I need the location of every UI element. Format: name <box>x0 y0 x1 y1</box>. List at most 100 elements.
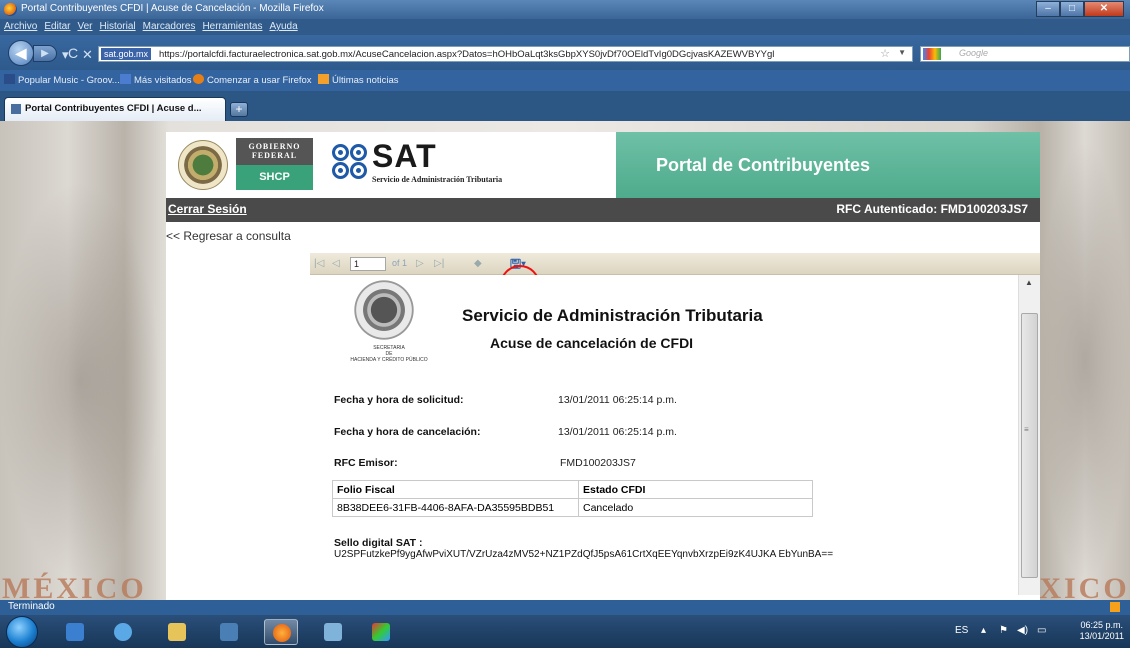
system-tray: ES ▴ ⚑ ◀) ▭ 06:25 p.m. 13/01/2011 <box>955 615 1130 648</box>
url-text[interactable]: https://portalcfdi.facturaelectronica.sa… <box>159 48 774 61</box>
rfc-emisor-value: FMD100203JS7 <box>560 457 636 469</box>
last-page-icon[interactable]: ▷| <box>434 258 444 269</box>
portal-page: GOBIERNO FEDERAL SHCP SAT Servicio de Ad… <box>166 132 1040 600</box>
refresh-icon[interactable]: ◆ <box>474 258 482 269</box>
scroll-grip-icon: ≡ <box>1024 425 1029 434</box>
page-number-input[interactable]: 1 <box>350 257 386 271</box>
menu-ayuda[interactable]: Ayuda <box>269 19 297 35</box>
bookmark-mas-visitados[interactable]: Más visitados <box>120 74 192 86</box>
report-subtitle: Acuse de cancelación de CFDI <box>490 335 694 351</box>
clock[interactable]: 06:25 p.m. 13/01/2011 <box>1080 620 1124 642</box>
taskbar-paint-icon[interactable] <box>364 619 398 645</box>
shcp-seal-icon <box>350 279 418 341</box>
menu-archivo[interactable]: Archivo <box>4 19 37 35</box>
mexico-seal-icon <box>178 140 228 190</box>
status-bar: Terminado <box>0 600 1130 615</box>
reload-icon[interactable]: C <box>68 45 78 61</box>
language-indicator[interactable]: ES <box>955 625 968 636</box>
portal-header: GOBIERNO FEDERAL SHCP SAT Servicio de Ad… <box>166 132 1040 198</box>
menu-marcadores[interactable]: Marcadores <box>143 19 196 35</box>
logout-link[interactable]: Cerrar Sesión <box>168 202 247 216</box>
search-placeholder: Google <box>959 48 989 58</box>
bookmark-ultimas-noticias[interactable]: Últimas noticias <box>318 74 399 86</box>
page-count: of 1 <box>392 258 408 268</box>
report-toolbar: |◁ ◁ 1 of 1 ▷ ▷| ◆ 🖫▾ <box>310 253 1040 275</box>
page-viewport: MÉXICO MÉXICO GOBIERNO FEDERAL SHCP SAT … <box>0 121 1130 600</box>
gobierno-federal-logo: GOBIERNO FEDERAL <box>236 138 313 165</box>
tab-bar: Portal Contribuyentes CFDI | Acuse d... … <box>0 91 1130 121</box>
taskbar-folder-icon[interactable] <box>160 619 194 645</box>
folio-table: Folio Fiscal Estado CFDI 8B38DEE6-31FB-4… <box>332 480 813 517</box>
taskbar-monitor-icon[interactable] <box>316 619 350 645</box>
portal-title: Portal de Contribuyentes <box>656 155 871 175</box>
stop-icon[interactable]: ✕ <box>82 47 93 63</box>
close-button[interactable]: ✕ <box>1084 1 1124 17</box>
network-icon[interactable]: ▭ <box>1037 625 1046 636</box>
url-dropdown-icon[interactable]: ▼ <box>898 48 906 57</box>
rss-icon[interactable] <box>1110 602 1120 612</box>
taskbar-app-icon[interactable] <box>212 619 246 645</box>
forward-button[interactable]: ▶ <box>33 45 57 62</box>
taskbar-ie-icon[interactable] <box>106 619 140 645</box>
search-box[interactable]: Google <box>920 46 1130 62</box>
scroll-up-icon[interactable]: ▲ <box>1025 278 1033 287</box>
window-titlebar: Portal Contribuyentes CFDI | Acuse de Ca… <box>0 0 1130 19</box>
back-to-query-link[interactable]: << Regresar a consulta <box>166 229 291 243</box>
volume-icon[interactable]: ◀) <box>1017 625 1028 636</box>
prev-page-icon[interactable]: ◁ <box>332 258 340 269</box>
menu-bar: Archivo Editar Ver Historial Marcadores … <box>0 19 1130 35</box>
estado-value: Cancelado <box>578 498 813 517</box>
minimize-button[interactable]: – <box>1036 1 1060 17</box>
show-hidden-icons-icon[interactable]: ▴ <box>981 625 986 636</box>
search-engine-icon[interactable] <box>923 48 941 60</box>
bookmark-comenzar-firefox[interactable]: Comenzar a usar Firefox <box>193 74 312 86</box>
clock-date: 13/01/2011 <box>1079 631 1124 641</box>
menu-ver[interactable]: Ver <box>77 19 92 35</box>
site-identity-badge[interactable]: sat.gob.mx <box>101 48 152 60</box>
shcp-logo: SHCP <box>236 165 313 190</box>
fecha-cancelacion-value: 13/01/2011 06:25:14 p.m. <box>558 426 677 438</box>
decorative-figure-left <box>0 181 160 581</box>
scroll-thumb[interactable] <box>1021 313 1038 578</box>
report-title: Servicio de Administración Tributaria <box>462 306 763 325</box>
start-button[interactable] <box>6 616 38 648</box>
tab-portal-contribuyentes[interactable]: Portal Contribuyentes CFDI | Acuse d... <box>4 97 226 121</box>
first-page-icon[interactable]: |◁ <box>314 258 324 269</box>
taskbar-explorer-icon[interactable] <box>58 619 92 645</box>
back-button[interactable]: ◀ <box>8 40 34 66</box>
tab-label: Portal Contribuyentes CFDI | Acuse d... <box>25 103 202 114</box>
report-scrollbar[interactable]: ▲ ≡ <box>1018 275 1040 595</box>
seal-caption-3: HACIENDA Y CRÉDITO PÚBLICO <box>350 357 428 363</box>
sat-wordmark: SAT <box>372 138 437 174</box>
new-tab-button[interactable]: + <box>230 102 248 117</box>
menu-editar[interactable]: Editar <box>44 19 70 35</box>
tab-favicon-icon <box>11 104 21 114</box>
sat-subtitle: Servicio de Administración Tributaria <box>372 175 503 184</box>
navigation-toolbar: ▶ ◀ ▾ C ✕ sat.gob.mx https://portalcfdi.… <box>0 35 1130 70</box>
url-bar[interactable]: sat.gob.mx https://portalcfdi.facturaele… <box>98 46 913 62</box>
mexico-watermark-left: MÉXICO <box>2 572 147 600</box>
next-page-icon[interactable]: ▷ <box>416 258 424 269</box>
menu-herramientas[interactable]: Herramientas <box>202 19 262 35</box>
decorative-figure-right <box>1040 141 1130 581</box>
flag-icon[interactable]: ⚑ <box>999 625 1008 636</box>
table-header-row: Folio Fiscal Estado CFDI <box>332 480 813 499</box>
rfc-authenticated: RFC Autenticado: FMD100203JS7 <box>836 202 1028 216</box>
taskbar-firefox-icon[interactable] <box>264 619 298 645</box>
fecha-solicitud-label: Fecha y hora de solicitud: <box>334 394 464 406</box>
clock-time: 06:25 p.m. <box>1080 620 1124 630</box>
taskbar: ES ▴ ⚑ ◀) ▭ 06:25 p.m. 13/01/2011 <box>0 615 1130 648</box>
bookmark-popular-music[interactable]: Popular Music - Groov... <box>4 74 120 86</box>
window-title: Portal Contribuyentes CFDI | Acuse de Ca… <box>21 3 324 14</box>
session-strip: Cerrar Sesión RFC Autenticado: FMD100203… <box>166 198 1040 222</box>
window-controls: – □ ✕ <box>1036 1 1124 17</box>
maximize-button[interactable]: □ <box>1060 1 1084 17</box>
sello-value: U2SPFutzkePf9ygAfwPviXUT/VZrUza4zMV52+NZ… <box>334 549 834 560</box>
rfc-emisor-label: RFC Emisor: <box>334 457 398 469</box>
sello-section: Sello digital SAT : U2SPFutzkePf9ygAfwPv… <box>334 537 834 561</box>
report-frame: SECRETARIA DE HACIENDA Y CRÉDITO PÚBLICO… <box>310 275 1040 600</box>
folio-value: 8B38DEE6-31FB-4406-8AFA-DA35595BDB51 <box>332 498 579 517</box>
bookmark-star-icon[interactable]: ☆ <box>880 47 890 60</box>
menu-historial[interactable]: Historial <box>100 19 136 35</box>
portal-banner: Portal de Contribuyentes <box>616 132 1040 198</box>
